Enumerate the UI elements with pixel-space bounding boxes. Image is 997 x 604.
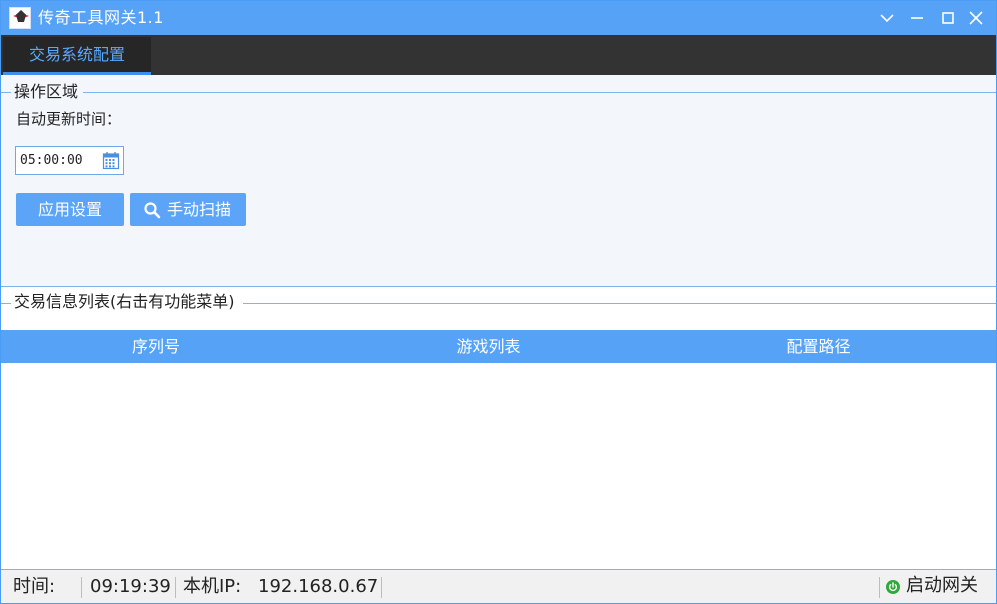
auto-update-time-label: 自动更新时间：: [16, 110, 122, 128]
tab-label: 交易系统配置: [28, 45, 125, 64]
update-time-input[interactable]: 05:00:00: [15, 146, 124, 175]
power-icon: [886, 580, 900, 594]
operation-area-title: 操作区域: [14, 82, 79, 101]
status-separator: [175, 577, 176, 598]
operation-area: 操作区域 自动更新时间： 05:00:00 应用设置 手动扫描: [1, 75, 996, 287]
trade-info-list-section: 交易信息列表(右击有功能菜单) 序列号 游戏列表 配置路径: [1, 287, 996, 569]
manual-scan-button[interactable]: 手动扫描: [130, 193, 246, 226]
calendar-icon[interactable]: [102, 151, 120, 170]
status-ip-label: 本机IP:: [183, 576, 242, 597]
column-header-serial[interactable]: 序列号: [1, 330, 311, 363]
status-time-label: 时间:: [13, 576, 56, 597]
update-time-value: 05:00:00: [20, 153, 83, 168]
app-window: 传奇工具网关1.1 交易系统配置 操作区域 自动更新时间： 05:00:00 应…: [0, 0, 997, 604]
manual-scan-label: 手动扫描: [166, 200, 231, 219]
trade-info-list-title: 交易信息列表(右击有功能菜单): [14, 292, 235, 311]
status-time-value: 09:19:39: [90, 576, 171, 597]
group-border: [83, 92, 996, 93]
close-icon[interactable]: [965, 7, 987, 29]
status-bar: 时间: 09:19:39 本机IP: 192.168.0.67 启动网关: [1, 569, 996, 603]
app-logo-icon: [9, 7, 31, 29]
maximize-icon[interactable]: [937, 7, 959, 29]
chevron-down-icon[interactable]: [876, 7, 898, 29]
status-separator: [81, 577, 82, 598]
column-header-config-path[interactable]: 配置路径: [656, 330, 981, 363]
title-bar[interactable]: 传奇工具网关1.1: [1, 1, 996, 35]
status-separator: [381, 577, 382, 598]
minimize-icon[interactable]: [906, 7, 928, 29]
table-body[interactable]: [1, 363, 996, 569]
search-icon: [144, 202, 161, 219]
status-ip-value: 192.168.0.67: [258, 576, 379, 597]
group-border: [243, 303, 996, 304]
group-border: [1, 303, 11, 304]
tab-strip: 交易系统配置: [1, 35, 996, 75]
column-header-game-list[interactable]: 游戏列表: [326, 330, 651, 363]
group-border: [1, 92, 11, 93]
apply-settings-button[interactable]: 应用设置: [16, 193, 124, 226]
status-separator: [879, 577, 880, 598]
tab-trade-system-config[interactable]: 交易系统配置: [3, 37, 151, 75]
table-header: 序列号 游戏列表 配置路径: [1, 330, 996, 363]
start-gateway-label: 启动网关: [906, 575, 978, 596]
window-title: 传奇工具网关1.1: [38, 8, 164, 27]
